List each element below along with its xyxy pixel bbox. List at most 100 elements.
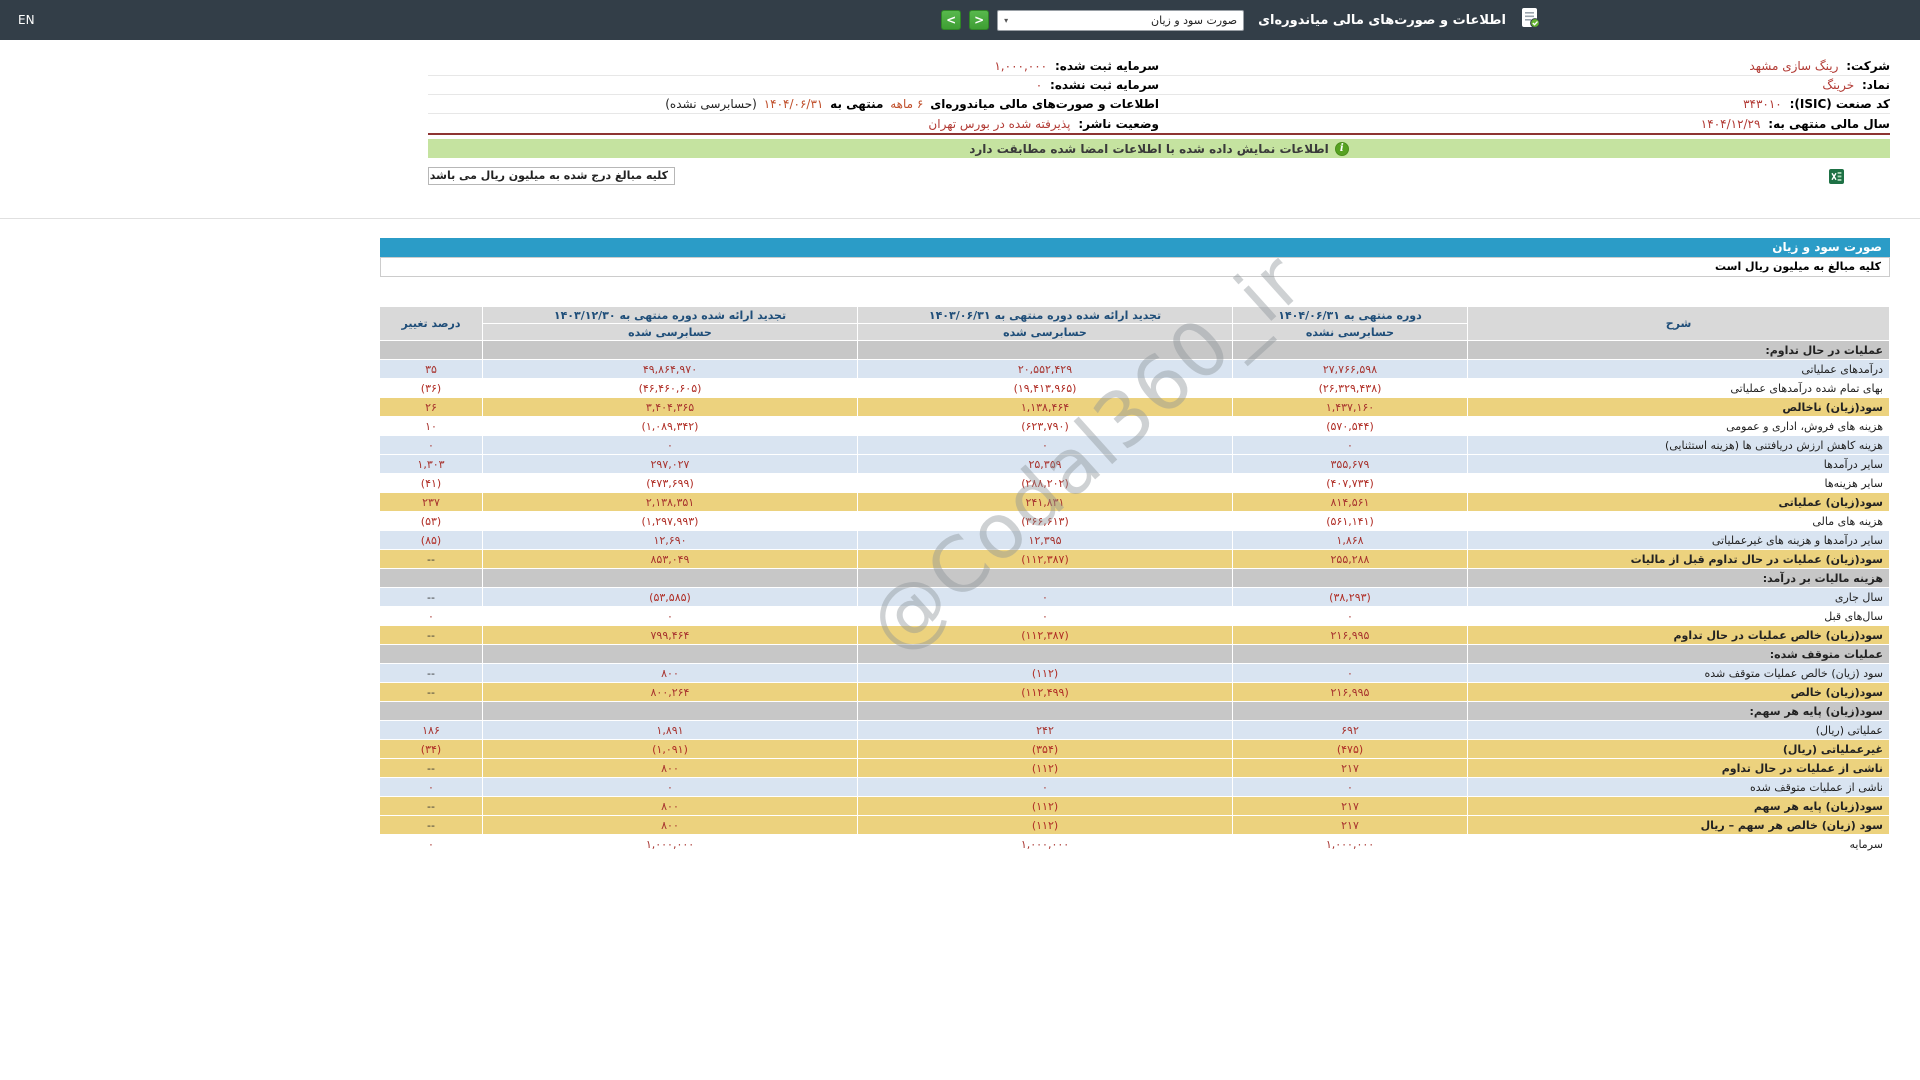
row-value	[1232, 568, 1468, 588]
row-label: سود(زیان) عملیاتی	[1467, 492, 1890, 512]
row-value: --	[379, 758, 483, 778]
row-value: ۰	[857, 587, 1233, 607]
table-row: سود(زیان) خالص ۲۱۶,۹۹۵ (۱۱۲,۴۹۹) ۸۰۰,۲۶۴ --	[379, 682, 1890, 702]
row-value: ۲,۱۳۸,۳۵۱	[482, 492, 858, 512]
row-value: ۱,۸۹۱	[482, 720, 858, 740]
table-row: سایر درآمدها و هزینه های غیرعملیاتی ۱,۸۶۸…	[379, 530, 1890, 550]
row-value: (۸۵)	[379, 530, 483, 550]
language-toggle-en[interactable]: EN	[18, 13, 35, 27]
row-value: (۳۵۴)	[857, 739, 1233, 759]
row-value	[379, 701, 483, 721]
next-report-button[interactable]: >	[969, 10, 990, 30]
info-icon: i	[1334, 141, 1349, 156]
chevron-down-icon: ▾	[1004, 15, 1009, 25]
period-title: اطلاعات و صورت‌های مالی میاندوره‌ای	[930, 97, 1159, 111]
row-label: ناشی از عملیات متوقف شده	[1467, 777, 1890, 797]
row-value	[379, 644, 483, 664]
signed-data-banner: i اطلاعات نمایش داده شده با اطلاعات امضا…	[428, 139, 1890, 158]
isic-value: ۳۴۳۰۱۰	[1743, 97, 1782, 111]
table-row: سود (زیان) خالص هر سهم – ریال ۲۱۷ (۱۱۲) ۸۰۰…	[379, 815, 1890, 835]
row-value: ۰	[857, 777, 1233, 797]
row-value	[857, 644, 1233, 664]
table-row: سود(زیان) عملیاتی ۸۱۴,۵۶۱ ۲۴۱,۸۳۱ ۲,۱۳۸,۳۵۱…	[379, 492, 1890, 512]
row-label: هزینه های فروش، اداری و عمومی	[1467, 416, 1890, 436]
row-value: (۱,۰۹۱)	[482, 739, 858, 759]
row-value: (۱۱۲)	[857, 796, 1233, 816]
issuer-status-value: پذیرفته شده در بورس تهران	[928, 116, 1071, 131]
row-value: (۲۸۸,۲۰۲)	[857, 473, 1233, 493]
table-row: سایر هزینه‌ها (۴۰۷,۷۳۴) (۲۸۸,۲۰۲) (۴۷۳,۶۹۹)…	[379, 473, 1890, 493]
row-value: ۰	[1232, 663, 1468, 683]
row-value	[482, 568, 858, 588]
row-label: غیرعملیاتی (ریال)	[1467, 739, 1890, 759]
row-value: ۰	[1232, 777, 1468, 797]
income-statement-section: صورت سود و زیان کلیه مبالغ به میلیون ریا…	[379, 235, 1890, 854]
row-value: (۱,۰۸۹,۳۴۲)	[482, 416, 858, 436]
col-header-restated-6m: تجدید ارائه شده دوره منتهی به ۱۴۰۳/۰۶/۳۱	[857, 306, 1233, 324]
row-value: ۱۸۶	[379, 720, 483, 740]
row-value: ۴۹,۸۶۴,۹۷۰	[482, 359, 858, 379]
issuer-status-label: وضعیت ناشر:	[1078, 116, 1159, 131]
row-value: ۰	[482, 435, 858, 455]
row-value: (۱۱۲)	[857, 815, 1233, 835]
unregistered-capital-label: سرمایه ثبت نشده:	[1050, 78, 1159, 92]
table-row: عملیاتی (ریال) ۶۹۲ ۲۴۲ ۱,۸۹۱ ۱۸۶	[379, 720, 1890, 740]
row-value	[482, 701, 858, 721]
row-label: سود(زیان) عملیات در حال تداوم قبل از مال…	[1467, 549, 1890, 569]
income-statement-body: عملیات در حال تداوم: درآمدهای عملیاتی ۲۷,۷…	[379, 340, 1890, 854]
row-value: (۱۱۲,۳۸۷)	[857, 549, 1233, 569]
row-value: ۰	[1232, 435, 1468, 455]
period-end-date: ۱۴۰۴/۰۶/۳۱	[763, 97, 824, 111]
row-label: ناشی از عملیات در حال تداوم	[1467, 758, 1890, 778]
row-value: ۰	[379, 777, 483, 797]
excel-export-icon[interactable]	[1829, 168, 1844, 184]
row-value: ۲۰,۵۵۲,۴۲۹	[857, 359, 1233, 379]
row-value: ۰	[857, 435, 1233, 455]
row-value: ۱,۳۰۳	[379, 454, 483, 474]
row-value: (۱۱۲,۳۸۷)	[857, 625, 1233, 645]
isic-label: کد صنعت (ISIC):	[1789, 97, 1890, 111]
company-label: شرکت:	[1846, 59, 1890, 73]
row-value: ۰	[379, 606, 483, 626]
row-label: سایر درآمدها و هزینه های غیرعملیاتی	[1467, 530, 1890, 550]
row-value	[379, 568, 483, 588]
company-info-row: شرکت: رینگ سازی مشهد سرمایه ثبت شده: ۱,۰…	[428, 57, 1890, 76]
col-header-restated-12m: تجدید ارائه شده دوره منتهی به ۱۴۰۳/۱۲/۳۰	[482, 306, 858, 324]
row-label: عملیاتی (ریال)	[1467, 720, 1890, 740]
row-value: ۳,۴۰۴,۳۶۵	[482, 397, 858, 417]
row-value: (۶۲۳,۷۹۰)	[857, 416, 1233, 436]
table-row: هزینه های مالی (۵۶۱,۱۴۱) (۳۶۶,۶۱۳) (۱,۲۹۷,۹…	[379, 511, 1890, 531]
table-row: سال جاری (۳۸,۲۹۳) ۰ (۵۳,۵۸۵) --	[379, 587, 1890, 607]
row-value: --	[379, 682, 483, 702]
row-label: سایر هزینه‌ها	[1467, 473, 1890, 493]
prev-report-button[interactable]: <	[941, 10, 962, 30]
col-header-current-period: دوره منتهی به ۱۴۰۴/۰۶/۳۱	[1232, 306, 1468, 324]
row-value: (۴۷۳,۶۹۹)	[482, 473, 858, 493]
row-label: سود (زیان) خالص عملیات متوقف شده	[1467, 663, 1890, 683]
table-row: سرمایه ۱,۰۰۰,۰۰۰ ۱,۰۰۰,۰۰۰ ۱,۰۰۰,۰۰۰ ۰	[379, 834, 1890, 854]
row-value: (۱۱۲)	[857, 758, 1233, 778]
row-value	[1232, 340, 1468, 360]
page-title: اطلاعات و صورت‌های مالی میاندوره‌ای	[1258, 12, 1506, 28]
col-header-change-percent: درصد تغییر	[379, 306, 483, 341]
row-label: سود(زیان) خالص عملیات در حال تداوم	[1467, 625, 1890, 645]
row-label: سود(زیان) ناخالص	[1467, 397, 1890, 417]
row-value: ۰	[379, 435, 483, 455]
row-value: --	[379, 625, 483, 645]
row-value: ۰	[379, 834, 483, 854]
header-report-controls: اطلاعات و صورت‌های مالی میاندوره‌ای صورت…	[941, 7, 1540, 33]
report-type-select[interactable]: صورت سود و زیان ▾	[997, 9, 1245, 31]
row-value: ۲۴۲	[857, 720, 1233, 740]
row-value	[857, 568, 1233, 588]
table-row: سود(زیان) ناخالص ۱,۴۳۷,۱۶۰ ۱,۱۳۸,۴۶۴ ۳,۴۰۴,…	[379, 397, 1890, 417]
row-value: ۸۰۰	[482, 663, 858, 683]
row-value: (۳۶)	[379, 378, 483, 398]
row-value: (۴۶,۴۶۰,۶۰۵)	[482, 378, 858, 398]
row-value	[857, 340, 1233, 360]
row-value: ۲۷,۷۶۶,۵۹۸	[1232, 359, 1468, 379]
row-value: --	[379, 549, 483, 569]
col-subheader-restated-12m-audit: حسابرسی شده	[482, 323, 858, 341]
table-row: سایر درآمدها ۳۵۵,۶۷۹ ۲۵,۳۵۹ ۲۹۷,۰۲۷ ۱,۳۰۳	[379, 454, 1890, 474]
period-length: ۶ ماهه	[890, 97, 924, 111]
fiscal-year-value: ۱۴۰۴/۱۲/۲۹	[1700, 116, 1761, 131]
